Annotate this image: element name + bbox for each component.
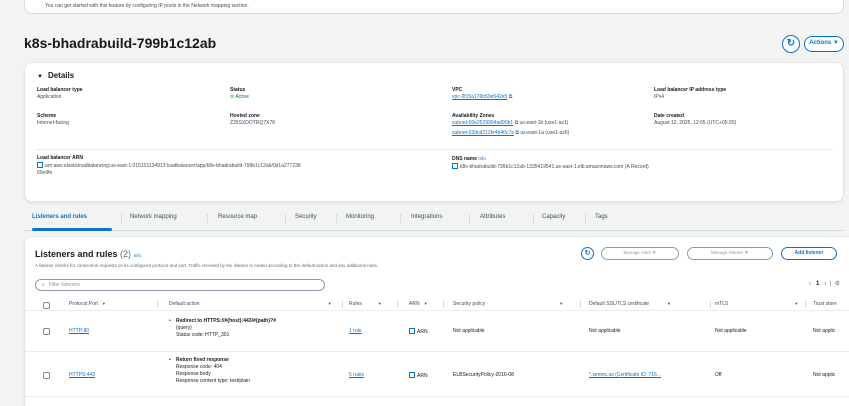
listener-link[interactable]: HTTP:80 bbox=[69, 328, 89, 335]
status-field: Status ⊙ Active bbox=[230, 87, 249, 100]
row-checkbox[interactable] bbox=[43, 372, 50, 379]
manage-listener-button[interactable]: Manage listener ▼ bbox=[687, 247, 773, 260]
mtls-cell: Off bbox=[715, 372, 722, 378]
add-listener-button[interactable]: Add listener bbox=[781, 247, 837, 260]
hosted-zone-field: Hosted zone Z35SXDOTRQ7X7K bbox=[230, 113, 276, 126]
vpc-link[interactable]: vpc-0f15a176b59e542e5 bbox=[452, 94, 507, 100]
listeners-description: A listener checks for connection request… bbox=[35, 263, 379, 268]
col-protocol-port[interactable]: Protocol:Port ▼ bbox=[69, 301, 106, 307]
caret-down-icon: ▼ bbox=[37, 74, 43, 80]
cert-cell: Not applicable bbox=[589, 328, 621, 334]
default-action-cell: • Return fixed response Response code: 4… bbox=[169, 357, 250, 384]
copy-icon bbox=[409, 328, 415, 334]
col-default-cert[interactable]: Default SSL/TLS certificate ▼ bbox=[589, 301, 671, 307]
tab-security[interactable]: Security bbox=[295, 214, 317, 220]
search-icon: ⌕ bbox=[42, 282, 45, 288]
tab-resource-map[interactable]: Resource map bbox=[218, 214, 257, 220]
tab-attributes[interactable]: Attributes bbox=[480, 214, 505, 220]
divider bbox=[35, 149, 833, 150]
filter-listeners-input[interactable]: ⌕ Filter listeners bbox=[35, 279, 325, 291]
col-default-action[interactable]: Default action ▼ bbox=[169, 301, 332, 307]
page: You can get started with this feature by… bbox=[0, 0, 849, 406]
chevron-left-icon[interactable]: ‹ bbox=[809, 281, 811, 287]
copy-icon[interactable] bbox=[452, 163, 458, 169]
tab-monitoring[interactable]: Monitoring bbox=[346, 214, 374, 220]
select-all-checkbox[interactable] bbox=[43, 302, 50, 309]
copy-icon bbox=[409, 372, 415, 378]
col-security-policy[interactable]: Security policy ▼ bbox=[453, 301, 563, 307]
tab-bar: Listeners and rules Network mapping Reso… bbox=[24, 209, 844, 231]
scheme-field: Scheme Internet-facing bbox=[37, 113, 69, 126]
table-row: HTTPS:443 • Return fixed response Respon… bbox=[25, 353, 849, 397]
arn-copy[interactable]: ARN bbox=[409, 372, 428, 380]
refresh-icon: ↻ bbox=[584, 250, 591, 257]
copy-icon[interactable] bbox=[37, 162, 43, 168]
col-mtls[interactable]: mTLS ▼ bbox=[715, 301, 798, 307]
col-arn[interactable]: ARN ▼ bbox=[409, 301, 428, 307]
tab-network-mapping[interactable]: Network mapping bbox=[130, 214, 177, 220]
subnet-link[interactable]: subnet-02dcd212fe4b40c7e bbox=[452, 130, 514, 136]
gear-icon[interactable]: ⚙ bbox=[835, 281, 840, 287]
table-row: HTTP:80 • Redirect to HTTPS://#{host}:44… bbox=[25, 312, 849, 352]
refresh-button[interactable]: ↻ bbox=[782, 35, 800, 53]
date-created-field: Date created August 12, 2025, 12:05 (UTC… bbox=[654, 113, 737, 126]
certificate-link[interactable]: *.senmc.us (Certificate ID: 716... bbox=[589, 372, 661, 379]
refresh-listeners-button[interactable]: ↻ bbox=[581, 247, 594, 260]
listeners-title: Listeners and rules (2) Info bbox=[35, 249, 142, 259]
rules-link[interactable]: 1 rule bbox=[349, 328, 362, 335]
page-number[interactable]: 1 bbox=[816, 281, 819, 287]
info-link[interactable]: Info bbox=[478, 156, 486, 161]
trust-store-cell: Not applic bbox=[813, 372, 836, 378]
info-link[interactable]: Info bbox=[134, 253, 142, 258]
dns-field: DNS name Info k8s-bhadrabuild-799b1c12ab… bbox=[452, 156, 649, 170]
page-title: k8s-bhadrabuild-799b1c12ab bbox=[24, 35, 217, 51]
details-toggle[interactable]: ▼ Details bbox=[37, 71, 74, 80]
tab-tags[interactable]: Tags bbox=[595, 214, 608, 220]
arn-copy[interactable]: ARN bbox=[409, 328, 428, 336]
manage-rules-button[interactable]: Manage rules ▼ bbox=[601, 247, 679, 260]
rules-link[interactable]: 5 rules bbox=[349, 372, 364, 379]
table-header: Protocol:Port ▼ Default action ▼ Rules ▼ AR… bbox=[25, 299, 849, 311]
pagination: ‹ 1 › | ⚙ bbox=[809, 281, 840, 287]
tab-capacity[interactable]: Capacity bbox=[542, 214, 565, 220]
details-panel: ▼ Details Load balancer type Application … bbox=[24, 62, 844, 202]
actions-button[interactable]: Actions ▼ bbox=[804, 36, 844, 52]
external-link-icon: ⧉ bbox=[508, 94, 513, 100]
external-link-icon: ⧉ bbox=[515, 130, 519, 136]
info-banner: You can get started with this feature by… bbox=[24, 0, 844, 14]
arn-field: Load balancer ARN arn:aws:elasticloadbal… bbox=[37, 155, 301, 176]
tab-listeners-and-rules[interactable]: Listeners and rules bbox=[32, 214, 87, 220]
ip-type-field: Load balancer IP address type IPv4 bbox=[654, 87, 727, 100]
trust-store-cell: Not applic bbox=[813, 328, 836, 334]
col-rules[interactable]: Rules ▼ bbox=[349, 301, 382, 307]
vpc-field: VPC vpc-0f15a176b59e542e5 ⧉ bbox=[452, 87, 513, 100]
availability-zones-field: Availability Zones subnet-00e2529994ad90… bbox=[452, 113, 570, 136]
mtls-cell: Not applicable bbox=[715, 328, 747, 334]
status-badge: ⊙ Active bbox=[230, 94, 249, 100]
col-trust-store[interactable]: Trust store bbox=[813, 301, 837, 307]
security-policy-cell: Not applicable bbox=[453, 328, 485, 334]
chevron-right-icon[interactable]: › bbox=[824, 281, 826, 287]
security-policy-cell: ELBSecurityPolicy-2016-08 bbox=[453, 372, 514, 378]
external-link-icon: ⧉ bbox=[514, 120, 519, 126]
row-checkbox[interactable] bbox=[43, 328, 50, 335]
listeners-panel: Listeners and rules (2) Info A listener … bbox=[24, 236, 849, 406]
refresh-icon: ↻ bbox=[786, 38, 796, 49]
lb-type-field: Load balancer type Application bbox=[37, 87, 83, 100]
subnet-link[interactable]: subnet-00e2529994ad90b1 bbox=[452, 120, 513, 126]
active-tab-indicator bbox=[32, 228, 112, 231]
default-action-cell: • Redirect to HTTPS://#{host}:443/#{path… bbox=[169, 318, 277, 338]
tab-integrations[interactable]: Integrations bbox=[411, 214, 442, 220]
listener-link[interactable]: HTTPS:443 bbox=[69, 372, 95, 379]
title-row: k8s-bhadrabuild-799b1c12ab ↻ Actions ▼ bbox=[24, 35, 844, 55]
